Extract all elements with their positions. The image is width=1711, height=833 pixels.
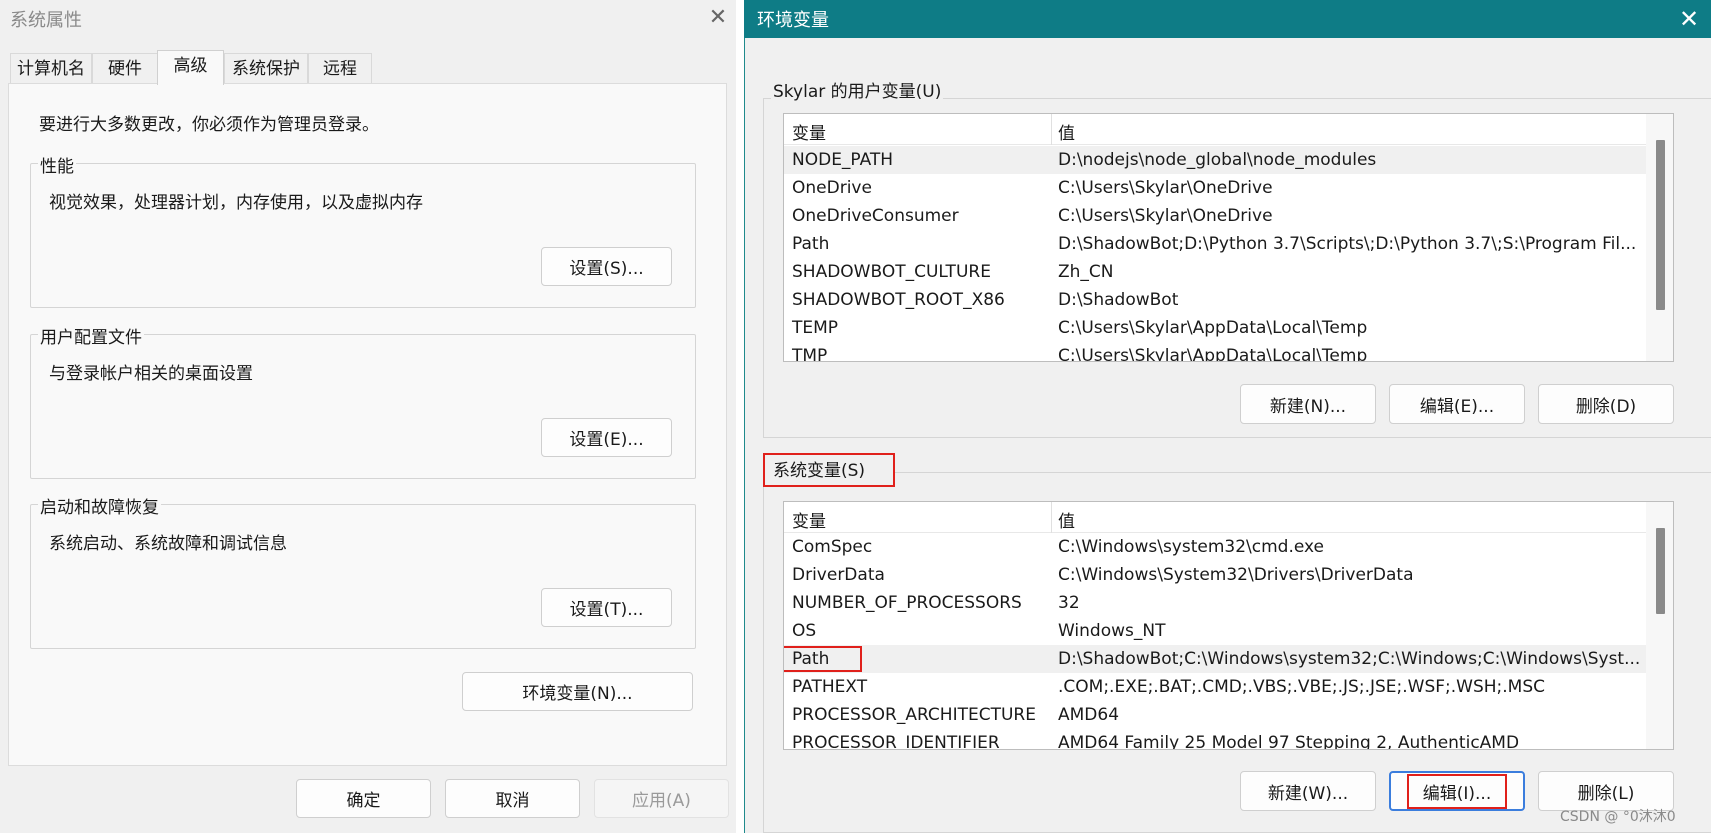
close-icon[interactable]: ✕ — [1672, 2, 1706, 36]
table-row[interactable]: ComSpec C:\Windows\system32\cmd.exe — [784, 533, 1647, 561]
table-row[interactable]: SHADOWBOT_ROOT_X86 D:\ShadowBot — [784, 286, 1647, 314]
user-profile-group — [30, 334, 696, 479]
user-new-button[interactable]: 新建(N)... — [1240, 384, 1376, 424]
title-bar — [744, 0, 1711, 38]
window-title: 环境变量 — [757, 10, 829, 31]
tab-advanced[interactable]: 高级 — [157, 50, 224, 85]
table-row[interactable]: TMP C:\Users\Skylar\AppData\Local\Temp — [784, 342, 1647, 361]
window-title: 系统属性 — [10, 10, 82, 31]
column-header-value: 值 — [1058, 512, 1075, 532]
table-row[interactable]: Path D:\ShadowBot;D:\Python 3.7\Scripts\;… — [784, 230, 1647, 258]
table-row[interactable]: SHADOWBOT_CULTURE Zh_CN — [784, 258, 1647, 286]
column-header-variable: 变量 — [792, 512, 826, 532]
user-variables-list[interactable]: 变量 值 NODE_PATH D:\nodejs\node_global\node… — [783, 113, 1674, 362]
table-row[interactable]: NODE_PATH D:\nodejs\node_global\node_modu… — [784, 146, 1647, 174]
table-row[interactable]: DriverData C:\Windows\System32\Drivers\Dr… — [784, 561, 1647, 589]
column-header-variable: 变量 — [792, 124, 826, 144]
scrollbar-thumb[interactable] — [1656, 528, 1665, 614]
user-variables-label: Skylar 的用户变量(U) — [771, 77, 944, 102]
tab-system-protection[interactable]: 系统保护 — [224, 53, 308, 84]
table-row[interactable]: PROCESSOR_ARCHITECTURE AMD64 — [784, 701, 1647, 729]
close-icon[interactable]: ✕ — [702, 2, 734, 34]
list-header: 变量 值 — [784, 502, 1647, 533]
startup-recovery-title: 启动和故障恢复 — [38, 493, 161, 518]
table-row[interactable]: NUMBER_OF_PROCESSORS 32 — [784, 589, 1647, 617]
table-row[interactable]: PROCESSOR_IDENTIFIER AMD64 Family 25 Mode… — [784, 729, 1647, 749]
user-profile-title: 用户配置文件 — [38, 323, 144, 348]
performance-title: 性能 — [38, 152, 76, 177]
system-edit-button[interactable]: 编辑(I)... — [1389, 771, 1525, 811]
system-variables-list[interactable]: 变量 值 ComSpec C:\Windows\system32\cmd.exe … — [783, 501, 1674, 750]
admin-notice: 要进行大多数更改，你必须作为管理员登录。 — [39, 115, 379, 135]
environment-variables-button[interactable]: 环境变量(N)... — [462, 672, 693, 711]
system-new-button[interactable]: 新建(W)... — [1240, 771, 1376, 811]
startup-recovery-desc: 系统启动、系统故障和调试信息 — [49, 534, 287, 554]
tab-remote[interactable]: 远程 — [308, 53, 372, 84]
performance-group — [30, 163, 696, 308]
startup-recovery-group — [30, 504, 696, 649]
tab-computer-name[interactable]: 计算机名 — [10, 53, 92, 84]
table-row-path-selected[interactable]: Path D:\ShadowBot;C:\Windows\system32;C:\… — [784, 645, 1647, 673]
system-variables-label: 系统变量(S) — [763, 453, 895, 487]
user-profile-desc: 与登录帐户相关的桌面设置 — [49, 364, 253, 384]
user-profile-settings-button[interactable]: 设置(E)... — [541, 418, 672, 457]
list-header: 变量 值 — [784, 114, 1647, 145]
table-row[interactable]: OneDrive C:\Users\Skylar\OneDrive — [784, 174, 1647, 202]
performance-settings-button[interactable]: 设置(S)... — [541, 247, 672, 286]
table-row[interactable]: OneDriveConsumer C:\Users\Skylar\OneDrive — [784, 202, 1647, 230]
startup-recovery-settings-button[interactable]: 设置(T)... — [541, 588, 672, 627]
apply-button[interactable]: 应用(A) — [594, 779, 729, 818]
table-row[interactable]: PATHEXT .COM;.EXE;.BAT;.CMD;.VBS;.VBE;.JS… — [784, 673, 1647, 701]
performance-desc: 视觉效果，处理器计划，内存使用，以及虚拟内存 — [49, 193, 423, 213]
watermark: CSDN @ °0沐沐0 — [1560, 809, 1676, 825]
column-header-value: 值 — [1058, 124, 1075, 144]
scrollbar-thumb[interactable] — [1656, 140, 1665, 310]
cancel-button[interactable]: 取消 — [445, 779, 580, 818]
table-row[interactable]: TEMP C:\Users\Skylar\AppData\Local\Temp — [784, 314, 1647, 342]
scrollbar[interactable] — [1646, 114, 1673, 361]
user-delete-button[interactable]: 删除(D) — [1538, 384, 1674, 424]
scrollbar[interactable] — [1646, 502, 1673, 749]
table-row[interactable]: OS Windows_NT — [784, 617, 1647, 645]
ok-button[interactable]: 确定 — [296, 779, 431, 818]
tab-hardware[interactable]: 硬件 — [92, 53, 158, 84]
system-delete-button[interactable]: 删除(L) — [1538, 771, 1674, 811]
user-edit-button[interactable]: 编辑(E)... — [1389, 384, 1525, 424]
